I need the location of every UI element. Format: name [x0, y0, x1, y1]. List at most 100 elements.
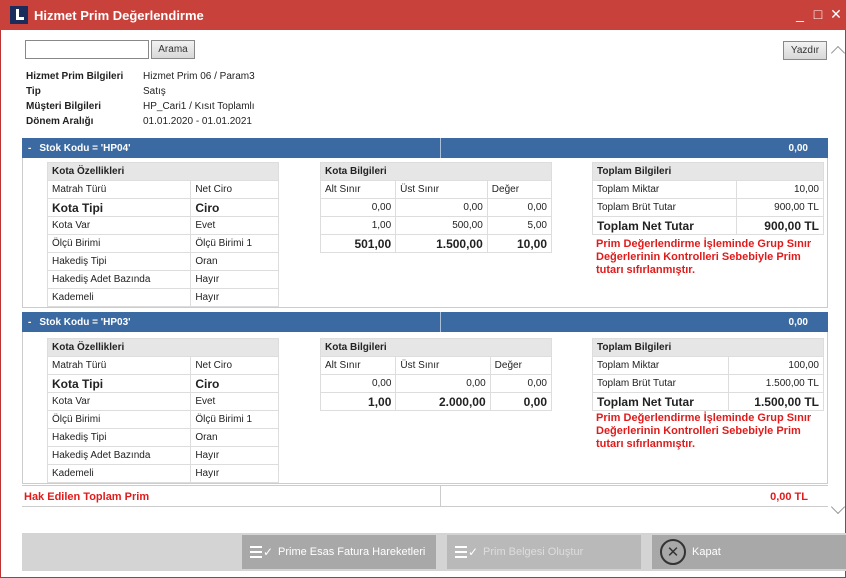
cell: 0,00: [489, 392, 553, 411]
collapse-icon[interactable]: -: [28, 317, 31, 328]
feature-value: Hayır: [190, 446, 279, 465]
table-total-row: 501,00 1.500,00 10,00: [319, 234, 553, 253]
collapse-icon[interactable]: -: [28, 143, 31, 154]
feature-value: Hayır: [190, 288, 279, 307]
cell: 5,00: [486, 216, 553, 235]
section-title: Stok Kodu = 'HP04': [39, 142, 131, 154]
info-value: Hizmet Prim 06 / Param3: [143, 71, 255, 82]
header-divider: [440, 312, 441, 332]
feature-label: Hakediş Adet Bazında: [46, 446, 192, 465]
feature-label: Kota Var: [46, 392, 192, 411]
vertical-scrollbar[interactable]: [830, 38, 844, 518]
table-row: Toplam Miktar 100,00: [591, 356, 824, 375]
table-row: Toplam Net Tutar 900,00 TL: [591, 216, 824, 235]
column-header: Değer: [486, 180, 553, 199]
button-label: Prim Belgesi Oluştur: [483, 546, 584, 558]
table-row: 0,00 0,00 0,00: [319, 374, 553, 393]
table-row: Kademeli Hayır: [46, 464, 279, 483]
table-title: Kota Özellikleri: [47, 162, 279, 181]
column-header: Alt Sınır: [319, 180, 397, 199]
cell: 2.000,00: [395, 392, 491, 411]
total-value: 1.500,00 TL: [728, 374, 824, 393]
window-title: Hizmet Prim Değerlendirme: [34, 7, 204, 23]
info-label: Tip: [26, 86, 41, 97]
total-label: Toplam Miktar: [591, 356, 730, 375]
warning-message: Prim Değerlendirme İşleminde Grup Sınır …: [596, 238, 812, 276]
cell: 1,00: [319, 216, 397, 235]
minimize-button[interactable]: _: [794, 6, 806, 23]
print-button[interactable]: Yazdır: [783, 41, 827, 60]
table-title: Kota Bilgileri: [320, 338, 552, 357]
feature-label: Kota Tipi: [46, 374, 192, 393]
feature-value: Hayır: [190, 464, 279, 483]
table-row: Ölçü Birimi Ölçü Birimi 1: [46, 234, 279, 253]
table-title: Kota Bilgileri: [320, 162, 552, 181]
table-title: Kota Özellikleri: [47, 338, 279, 357]
cell: 0,00: [395, 198, 488, 217]
button-label: Kapat: [692, 546, 721, 558]
cell: 0,00: [486, 198, 553, 217]
feature-value: Evet: [190, 392, 279, 411]
cell: 501,00: [319, 234, 397, 253]
table-row: Kota Tipi Ciro: [46, 374, 279, 393]
maximize-button[interactable]: □: [812, 6, 824, 23]
total-label: Toplam Net Tutar: [591, 216, 738, 235]
feature-value: Ciro: [190, 198, 279, 217]
table-row: Toplam Brüt Tutar 900,00 TL: [591, 198, 824, 217]
column-header: Üst Sınır: [395, 356, 491, 375]
table-row: Matrah Türü Net Ciro: [46, 180, 279, 199]
info-value: Satış: [143, 86, 166, 97]
info-label: Müşteri Bilgileri: [26, 101, 102, 112]
feature-label: Matrah Türü: [46, 180, 192, 199]
list-check-icon: [455, 543, 479, 561]
quota-info-table: Kota Bilgileri Alt Sınır Üst Sınır Değer 0…: [319, 338, 553, 411]
info-value: 01.01.2020 - 01.01.2021: [143, 116, 252, 127]
feature-value: Ölçü Birimi 1: [190, 234, 279, 253]
table-row: 1,00 500,00 5,00: [319, 216, 553, 235]
column-header: Üst Sınır: [395, 180, 488, 199]
table-row: Kademeli Hayır: [46, 288, 279, 307]
section-header-hp03[interactable]: - Stok Kodu = 'HP03' 0,00: [22, 312, 828, 332]
button-label: Prime Esas Fatura Hareketleri: [278, 546, 426, 558]
grand-total-value: 0,00 TL: [770, 491, 808, 503]
feature-value: Evet: [190, 216, 279, 235]
table-row: Kota Var Evet: [46, 392, 279, 411]
close-window-button[interactable]: ✕: [830, 6, 842, 23]
feature-label: Hakediş Adet Bazında: [46, 270, 192, 289]
invoice-moves-button[interactable]: Prime Esas Fatura Hareketleri: [242, 535, 436, 569]
column-header: Değer: [489, 356, 553, 375]
total-value: 10,00: [736, 180, 824, 199]
table-row: Kota Tipi Ciro: [46, 198, 279, 217]
list-check-icon: [250, 543, 274, 561]
section-title: Stok Kodu = 'HP03': [39, 316, 131, 328]
table-total-row: 1,00 2.000,00 0,00: [319, 392, 553, 411]
feature-label: Ölçü Birimi: [46, 234, 192, 253]
cell: 1.500,00: [395, 234, 488, 253]
feature-value: Net Ciro: [190, 180, 279, 199]
table-row: Kota Var Evet: [46, 216, 279, 235]
total-value: 900,00 TL: [736, 216, 824, 235]
create-doc-button[interactable]: Prim Belgesi Oluştur: [447, 535, 641, 569]
footer-divider: [440, 486, 441, 506]
cell: 500,00: [395, 216, 488, 235]
table-header-row: Alt Sınır Üst Sınır Değer: [319, 356, 553, 375]
totals-table: Toplam Bilgileri Toplam Miktar 10,00 Topl…: [591, 162, 824, 235]
search-button[interactable]: Arama: [151, 40, 195, 59]
table-row: Toplam Brüt Tutar 1.500,00 TL: [591, 374, 824, 393]
cell: 10,00: [486, 234, 553, 253]
search-input[interactable]: [25, 40, 149, 59]
table-title: Toplam Bilgileri: [592, 162, 824, 181]
section-header-hp04[interactable]: - Stok Kodu = 'HP04' 0,00: [22, 138, 828, 158]
cell: 0,00: [395, 374, 491, 393]
feature-label: Kademeli: [46, 288, 192, 307]
table-row: Hakediş Adet Bazında Hayır: [46, 446, 279, 465]
table-row: Hakediş Tipi Oran: [46, 428, 279, 447]
feature-label: Hakediş Tipi: [46, 428, 192, 447]
section-total: 0,00: [788, 316, 808, 328]
total-label: Toplam Miktar: [591, 180, 738, 199]
total-value: 100,00: [728, 356, 824, 375]
close-button[interactable]: ✕ Kapat: [652, 535, 846, 569]
grand-total-row: Hak Edilen Toplam Prim 0,00 TL: [22, 485, 828, 507]
feature-value: Ciro: [190, 374, 279, 393]
feature-label: Hakediş Tipi: [46, 252, 192, 271]
